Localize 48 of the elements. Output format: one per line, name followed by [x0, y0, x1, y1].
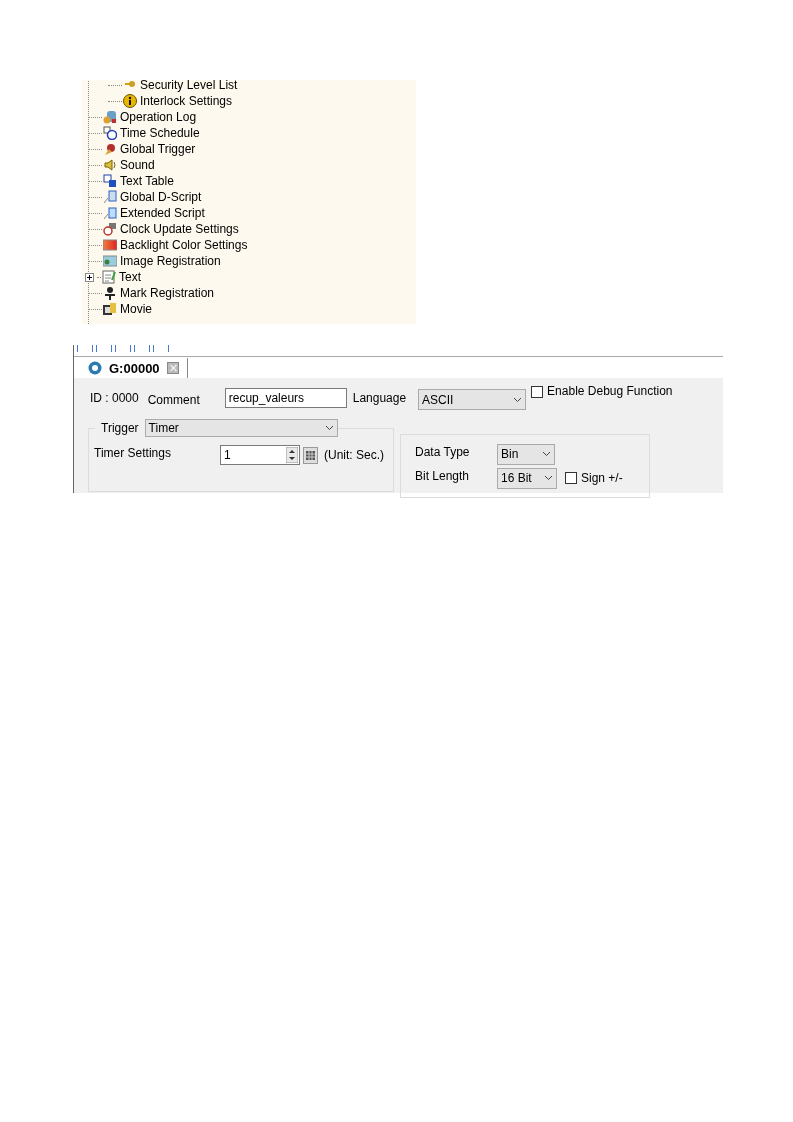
data-type-label: Data Type	[415, 445, 471, 459]
tree-item[interactable]: Text	[119, 270, 141, 284]
figure-icon	[103, 286, 117, 300]
sign-checkbox[interactable]: Sign +/-	[565, 471, 623, 485]
caret-icon	[513, 396, 523, 403]
tree-item[interactable]: Security Level List	[140, 80, 238, 92]
tree-item[interactable]: Interlock Settings	[140, 94, 233, 108]
language-dropdown[interactable]: ASCII	[418, 389, 527, 410]
language-label: Language	[352, 391, 407, 405]
bit-length-dropdown[interactable]: 16 Bit	[497, 467, 557, 489]
tree-item[interactable]: Movie	[120, 302, 152, 316]
comment-label: Comment	[147, 393, 200, 407]
script-icon	[103, 206, 117, 220]
info-icon	[123, 94, 137, 108]
keypad-icon[interactable]	[303, 446, 318, 464]
tree-item[interactable]: Time Schedule	[120, 126, 200, 140]
tree-item[interactable]: Mark Registration	[120, 286, 215, 300]
tree-item[interactable]: Clock Update Settings	[120, 222, 239, 236]
bit-length-label: Bit Length	[415, 469, 471, 483]
caret-icon	[542, 451, 551, 457]
trigger-dropdown[interactable]: Timer	[144, 419, 338, 437]
timer-settings-label: Timer Settings	[94, 446, 172, 460]
speaker-icon	[103, 158, 117, 172]
id-label: ID : 0000	[90, 391, 139, 405]
film-icon	[103, 302, 117, 316]
tree-item[interactable]: Operation Log	[120, 110, 197, 124]
tree-item[interactable]: Sound	[120, 158, 155, 172]
expand-icon[interactable]	[85, 272, 94, 282]
timer-field[interactable]: 1	[220, 445, 300, 465]
tree-item[interactable]: Text Table	[120, 174, 174, 188]
text-icon	[103, 174, 117, 188]
database-icon	[103, 110, 117, 124]
unit-label: (Unit: Sec.)	[324, 448, 384, 462]
tree-item[interactable]: Backlight Color Settings	[120, 238, 248, 252]
close-icon[interactable]	[166, 362, 179, 374]
caret-icon	[324, 425, 334, 431]
tree-item[interactable]: Extended Script	[120, 206, 205, 220]
tree-item[interactable]: Image Registration	[120, 254, 221, 268]
ball-icon	[103, 142, 117, 156]
caret-icon	[544, 475, 553, 481]
tree-item[interactable]: Global Trigger	[120, 142, 196, 156]
tree-item[interactable]: Global D-Script	[120, 190, 202, 204]
trigger-label: Trigger	[101, 421, 139, 435]
comment-field[interactable]: recup_valeurs	[224, 388, 347, 408]
script-icon	[103, 190, 117, 204]
debug-checkbox[interactable]: Enable Debug Function	[531, 386, 673, 398]
spinner-icon[interactable]	[286, 447, 298, 463]
data-type-dropdown[interactable]: Bin	[497, 443, 555, 465]
